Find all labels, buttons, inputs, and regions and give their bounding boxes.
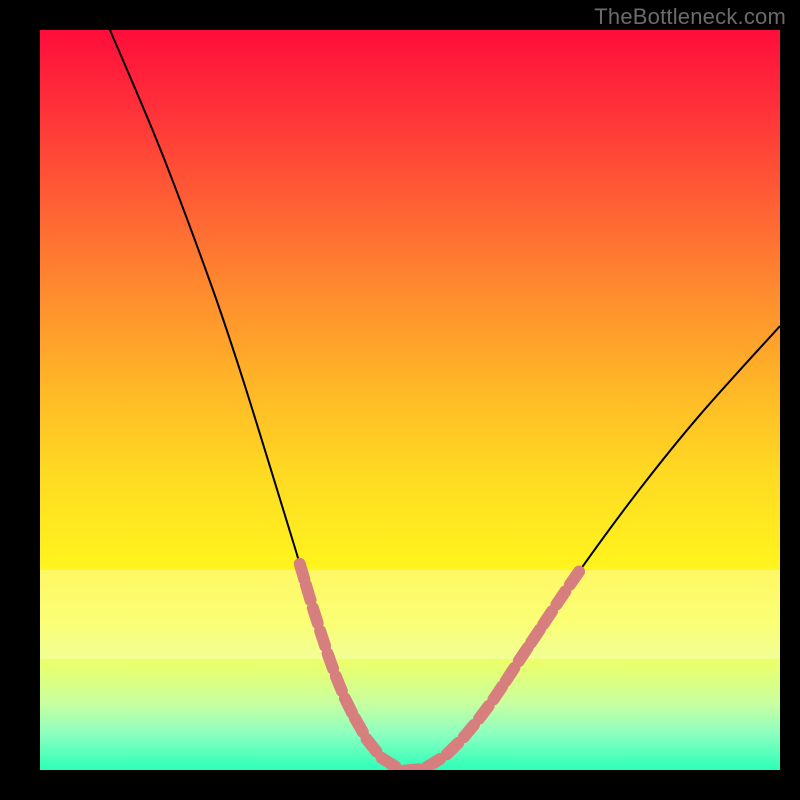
plot-area (40, 30, 780, 770)
background-gradient (40, 30, 780, 770)
chart-frame: TheBottleneck.com (0, 0, 800, 800)
watermark-text: TheBottleneck.com (594, 4, 786, 30)
